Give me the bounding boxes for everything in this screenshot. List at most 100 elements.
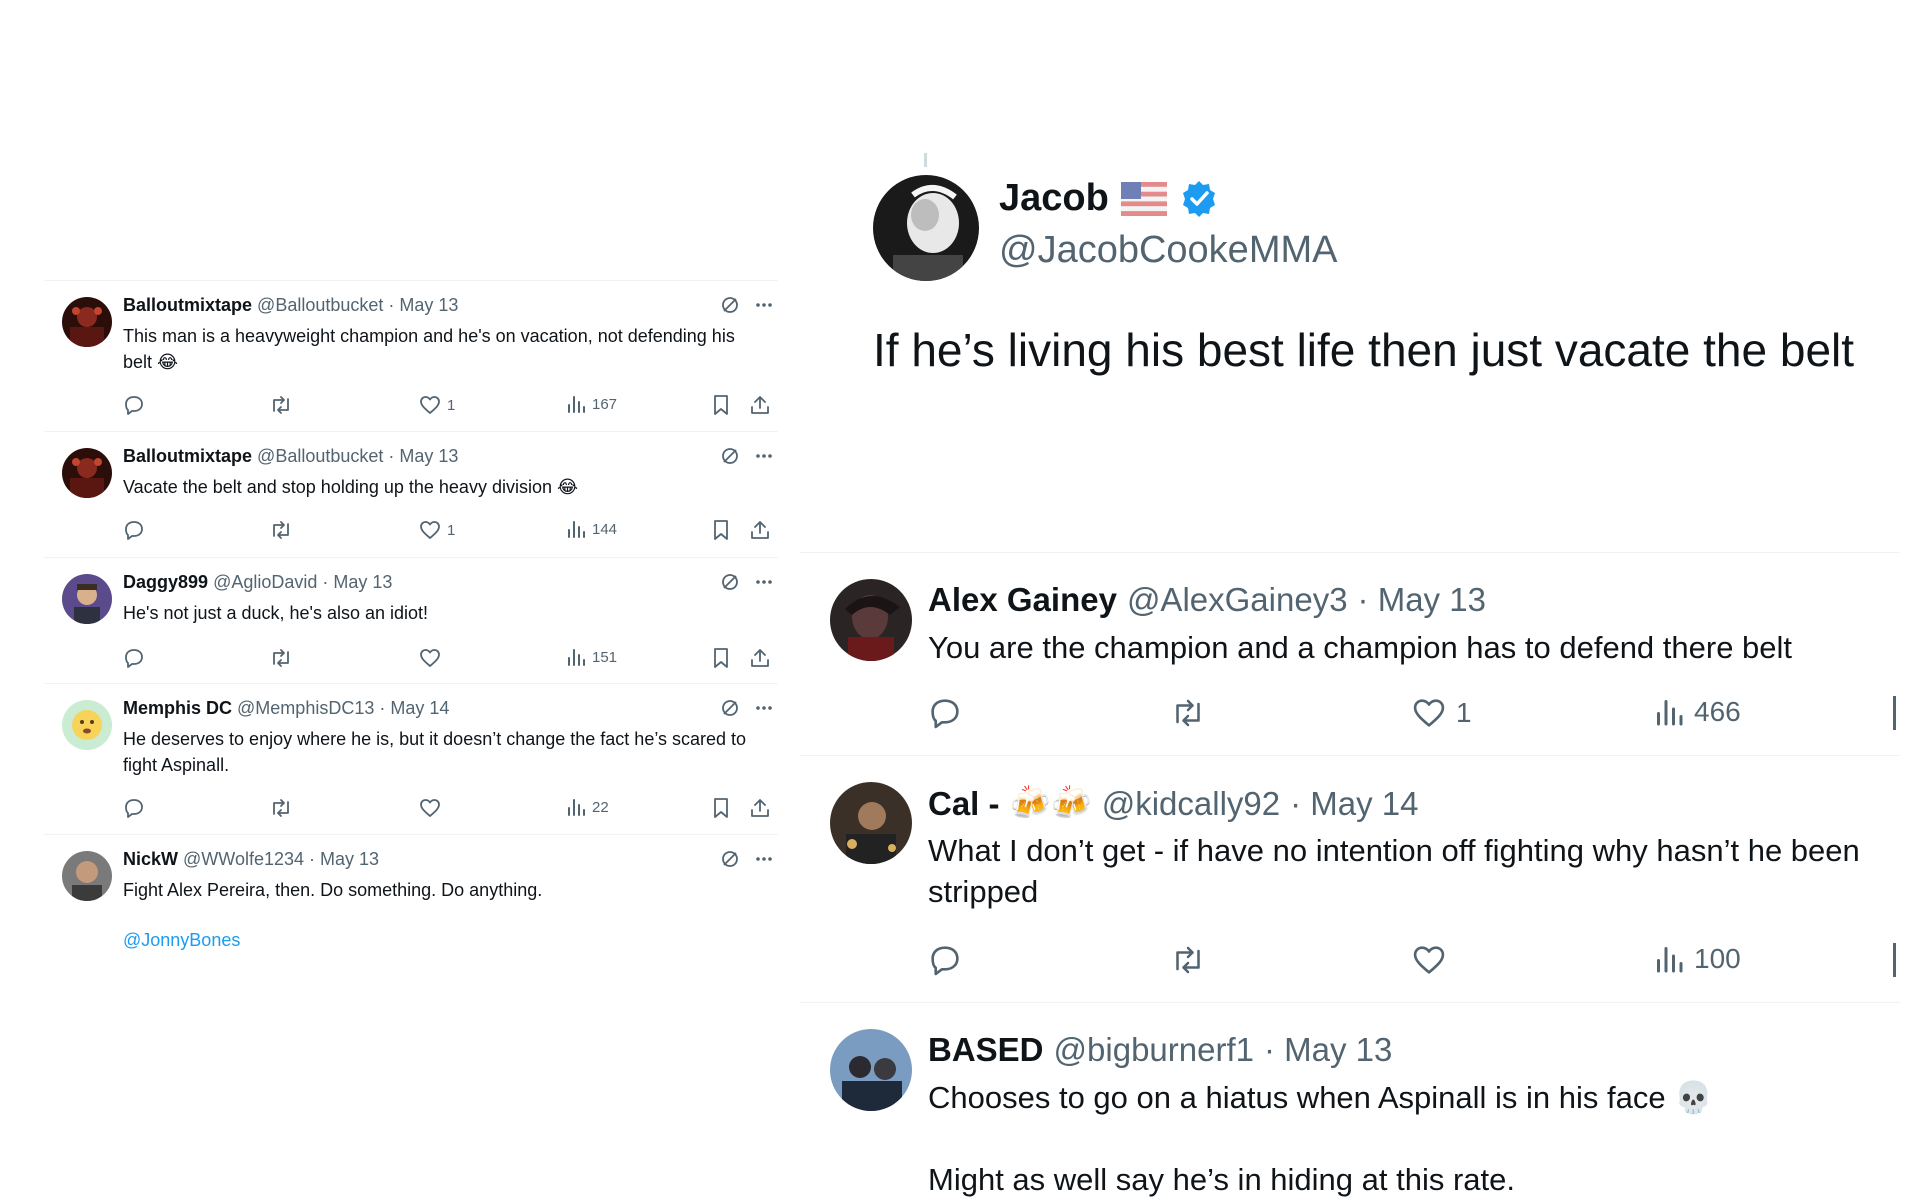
handle[interactable]: @AlexGainey3 xyxy=(1127,581,1348,619)
share-button[interactable] xyxy=(749,797,771,819)
bookmark-icon[interactable] xyxy=(1893,696,1896,730)
retweet-icon xyxy=(269,797,293,819)
display-name[interactable]: Jacob xyxy=(999,177,1219,220)
timestamp[interactable]: · May 13 xyxy=(322,572,392,592)
main-tweet[interactable]: Jacob @JacobCookeMMA If he’s living his … xyxy=(873,175,1873,555)
tweet-text: If he’s living his best life then just v… xyxy=(873,324,1855,376)
reply-button[interactable] xyxy=(123,519,145,541)
timestamp[interactable]: · May 14 xyxy=(1290,785,1418,823)
tweet-body: Fight Alex Pereira, then. Do something. … xyxy=(123,880,543,900)
display-name[interactable]: Cal - xyxy=(928,785,1000,823)
avatar[interactable] xyxy=(830,579,912,661)
grok-icon[interactable] xyxy=(720,572,740,592)
more-icon[interactable] xyxy=(754,295,774,315)
reply-button[interactable] xyxy=(123,797,145,819)
avatar[interactable] xyxy=(62,574,112,624)
handle[interactable]: @JacobCookeMMA xyxy=(999,229,1337,272)
avatar[interactable] xyxy=(873,175,979,281)
display-name[interactable]: Balloutmixtape xyxy=(123,446,252,466)
grok-icon[interactable] xyxy=(720,446,740,466)
tweet-body-second: Might as well say he’s in hiding at this… xyxy=(928,1162,1516,1197)
retweet-button[interactable] xyxy=(269,647,293,669)
like-button[interactable] xyxy=(419,647,441,669)
avatar[interactable] xyxy=(62,297,112,347)
views-button[interactable]: 144 xyxy=(566,519,617,539)
more-icon[interactable] xyxy=(754,698,774,718)
bookmark-icon[interactable] xyxy=(1893,943,1896,977)
avatar[interactable] xyxy=(830,1029,912,1111)
avatar[interactable] xyxy=(62,448,112,498)
bookmark-button[interactable] xyxy=(711,394,731,416)
reply-tweet[interactable]: Alex Gainey @AlexGainey3 · May 13 You ar… xyxy=(800,552,1900,755)
bookmark-button[interactable] xyxy=(711,519,731,541)
views-button[interactable]: 151 xyxy=(566,647,617,667)
bookmark-button[interactable] xyxy=(711,797,731,819)
view-count: 167 xyxy=(592,395,618,413)
reply-button[interactable] xyxy=(928,696,962,730)
reply-tweet[interactable]: BASED @bigburnerf1 · May 13 Chooses to g… xyxy=(800,1002,1900,1203)
mention-link[interactable]: @JonnyBones xyxy=(123,927,763,953)
author-name: Jacob xyxy=(999,177,1109,219)
grok-icon[interactable] xyxy=(720,295,740,315)
handle[interactable]: @WWolfe1234 xyxy=(183,849,304,869)
timestamp[interactable]: · May 13 xyxy=(388,295,458,315)
timestamp[interactable]: · May 14 xyxy=(379,698,449,718)
bookmark-button[interactable] xyxy=(711,647,731,669)
views-button[interactable]: 100 xyxy=(1654,943,1741,975)
like-button[interactable] xyxy=(1412,943,1446,977)
timestamp[interactable]: · May 13 xyxy=(309,849,379,869)
display-name[interactable]: Memphis DC xyxy=(123,698,232,718)
avatar[interactable] xyxy=(62,700,112,750)
reply-tweet[interactable]: Balloutmixtape @Balloutbucket · May 13 V… xyxy=(44,431,778,557)
avatar[interactable] xyxy=(830,782,912,864)
display-name[interactable]: Alex Gainey xyxy=(928,581,1117,619)
display-name[interactable]: Balloutmixtape xyxy=(123,295,252,315)
reply-tweet[interactable]: Cal - 🍻🍻 @kidcally92 · May 14 What I don… xyxy=(800,755,1900,1002)
tweet-text: Fight Alex Pereira, then. Do something. … xyxy=(123,877,763,953)
like-count: 1 xyxy=(447,396,456,414)
share-button[interactable] xyxy=(749,647,771,669)
handle[interactable]: @MemphisDC13 xyxy=(237,698,374,718)
handle[interactable]: @AglioDavid xyxy=(213,572,317,592)
avatar[interactable] xyxy=(62,851,112,901)
retweet-button[interactable] xyxy=(269,394,293,416)
handle[interactable]: @kidcally92 xyxy=(1102,785,1280,823)
timestamp[interactable]: · May 13 xyxy=(1264,1031,1392,1069)
views-button[interactable]: 466 xyxy=(1654,696,1741,728)
retweet-button[interactable] xyxy=(269,519,293,541)
like-button[interactable]: 1 xyxy=(1412,696,1472,730)
reply-button[interactable] xyxy=(928,943,962,977)
display-name[interactable]: Daggy899 xyxy=(123,572,208,592)
views-button[interactable]: 22 xyxy=(566,797,609,817)
more-icon[interactable] xyxy=(754,572,774,592)
reply-tweet[interactable]: Daggy899 @AglioDavid · May 13 He's not j… xyxy=(44,557,778,683)
grok-icon[interactable] xyxy=(720,698,740,718)
reply-tweet[interactable]: Memphis DC @MemphisDC13 · May 14 He dese… xyxy=(44,683,778,834)
handle[interactable]: @Balloutbucket xyxy=(257,295,383,315)
like-button[interactable]: 1 xyxy=(419,394,455,416)
views-icon xyxy=(566,394,586,414)
more-icon[interactable] xyxy=(754,849,774,869)
tweet-text: Chooses to go on a hiatus when Aspinall … xyxy=(928,1077,1888,1200)
display-name[interactable]: NickW xyxy=(123,849,178,869)
like-button[interactable] xyxy=(419,797,441,819)
retweet-button[interactable] xyxy=(1170,696,1206,730)
like-button[interactable]: 1 xyxy=(419,519,455,541)
share-button[interactable] xyxy=(749,394,771,416)
timestamp[interactable]: · May 13 xyxy=(388,446,458,466)
reply-button[interactable] xyxy=(123,394,145,416)
reply-tweet[interactable]: NickW @WWolfe1234 · May 13 Fight Alex Pe… xyxy=(44,834,778,965)
more-icon[interactable] xyxy=(754,446,774,466)
timestamp[interactable]: · May 13 xyxy=(1358,581,1486,619)
share-button[interactable] xyxy=(749,519,771,541)
display-name[interactable]: BASED xyxy=(928,1031,1044,1069)
views-button[interactable]: 167 xyxy=(566,394,617,414)
retweet-button[interactable] xyxy=(269,797,293,819)
handle[interactable]: @Balloutbucket xyxy=(257,446,383,466)
views-icon xyxy=(1654,696,1684,728)
handle[interactable]: @bigburnerf1 xyxy=(1054,1031,1254,1069)
retweet-button[interactable] xyxy=(1170,943,1206,977)
reply-button[interactable] xyxy=(123,647,145,669)
reply-tweet[interactable]: Balloutmixtape @Balloutbucket · May 13 T… xyxy=(44,280,778,431)
grok-icon[interactable] xyxy=(720,849,740,869)
